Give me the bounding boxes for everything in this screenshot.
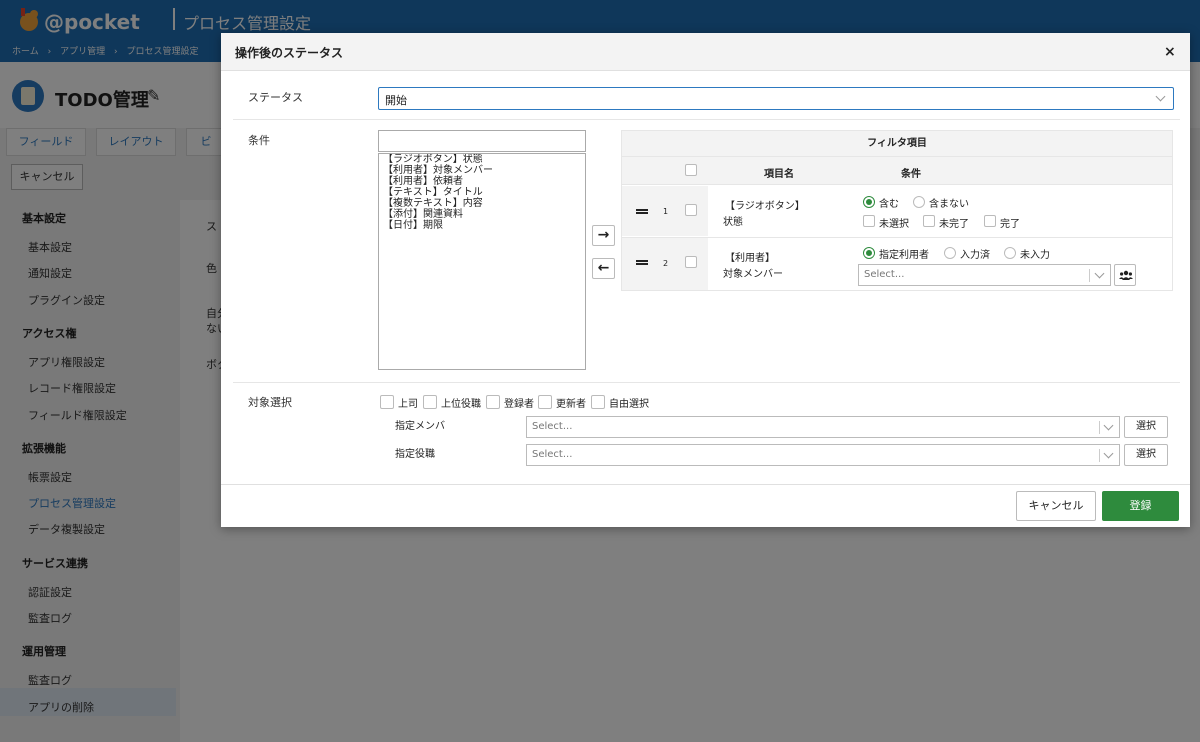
row-checkbox[interactable] xyxy=(685,256,697,268)
target-label-upper-role: 上位役職 xyxy=(441,399,481,410)
close-icon[interactable]: × xyxy=(1164,44,1176,60)
member-pick-button[interactable]: 選択 xyxy=(1124,416,1168,438)
radio-not-entered[interactable] xyxy=(1004,247,1016,259)
select-divider xyxy=(1099,449,1100,462)
role-select-placeholder: Select... xyxy=(532,449,573,460)
status-modal: 操作後のステータス × ステータス 開始 条件 【ラジオボタン】状態 【利用者】… xyxy=(221,33,1190,527)
status-label: ステータス xyxy=(248,91,303,104)
target-checkbox-registrant[interactable] xyxy=(486,395,500,409)
target-checkbox-free-select[interactable] xyxy=(591,395,605,409)
divider xyxy=(233,119,1180,120)
list-item[interactable]: 【テキスト】タイトル xyxy=(383,187,581,198)
divider xyxy=(233,382,1180,383)
check-complete[interactable] xyxy=(984,215,996,227)
filter-item-name: 【利用者】 xyxy=(725,253,775,264)
row-number: 1 xyxy=(663,207,669,216)
list-item[interactable]: 【利用者】対象メンバー xyxy=(383,165,581,176)
column-header-name: 項目名 xyxy=(764,169,794,180)
users-icon xyxy=(1119,270,1133,280)
target-label-free-select: 自由選択 xyxy=(609,399,649,410)
row-checkbox[interactable] xyxy=(685,204,697,216)
select-all-checkbox[interactable] xyxy=(685,164,697,176)
status-select-value: 開始 xyxy=(385,94,407,107)
filter-item-name-line2: 対象メンバー xyxy=(723,269,783,280)
role-select[interactable]: Select... xyxy=(526,444,1120,466)
radio-exclude-label: 含まない xyxy=(929,199,969,210)
member-select-placeholder: Select... xyxy=(532,421,573,432)
filter-item-name: 【ラジオボタン】 xyxy=(725,201,805,212)
member-select[interactable]: Select... xyxy=(526,416,1120,438)
filter-table-header: 項目名 条件 xyxy=(622,157,1172,185)
user-select[interactable]: Select... xyxy=(858,264,1111,286)
radio-not-entered-label: 未入力 xyxy=(1020,250,1050,261)
list-item[interactable]: 【日付】期限 xyxy=(383,220,581,231)
radio-include-label: 含む xyxy=(879,199,899,210)
condition-field-list[interactable]: 【ラジオボタン】状態 【利用者】対象メンバー 【利用者】依頼者 【テキスト】タイ… xyxy=(378,153,586,370)
radio-exclude[interactable] xyxy=(913,196,925,208)
save-button[interactable]: 登録 xyxy=(1102,491,1179,521)
cancel-button[interactable]: キャンセル xyxy=(1016,491,1096,521)
drag-handle-icon[interactable] xyxy=(636,260,648,265)
filter-table-title: フィルタ項目 xyxy=(622,131,1172,157)
member-label: 指定メンバ xyxy=(395,421,445,432)
check-unselected[interactable] xyxy=(863,215,875,227)
modal-title: 操作後のステータス xyxy=(235,46,344,60)
drag-handle-icon[interactable] xyxy=(636,209,648,214)
filter-item-name-line2: 状態 xyxy=(723,217,743,228)
list-item[interactable]: 【利用者】依頼者 xyxy=(383,176,581,187)
add-arrow-button[interactable]: → xyxy=(592,225,615,246)
target-label-registrant: 登録者 xyxy=(504,399,534,410)
chevron-down-icon xyxy=(1103,420,1114,431)
check-unselected-label: 未選択 xyxy=(879,219,909,230)
radio-specified-user-label: 指定利用者 xyxy=(879,250,929,261)
radio-entered[interactable] xyxy=(944,247,956,259)
check-incomplete[interactable] xyxy=(923,215,935,227)
target-checkbox-upper-role[interactable] xyxy=(423,395,437,409)
chevron-down-icon xyxy=(1094,268,1105,279)
list-item[interactable]: 【複数テキスト】内容 xyxy=(383,198,581,209)
status-select[interactable]: 開始 xyxy=(378,87,1174,110)
select-divider xyxy=(1089,269,1090,282)
modal-header: 操作後のステータス × xyxy=(221,33,1190,71)
row-number: 2 xyxy=(663,259,669,268)
check-incomplete-label: 未完了 xyxy=(939,219,969,230)
chevron-down-icon xyxy=(1103,448,1114,459)
target-label-boss: 上司 xyxy=(398,399,418,410)
radio-entered-label: 入力済 xyxy=(960,250,990,261)
target-label: 対象選択 xyxy=(248,396,292,409)
chevron-down-icon xyxy=(1155,91,1166,102)
list-item[interactable]: 【ラジオボタン】状態 xyxy=(383,154,581,165)
target-checkbox-updater[interactable] xyxy=(538,395,552,409)
remove-arrow-button[interactable]: ← xyxy=(592,258,615,279)
user-picker-button[interactable] xyxy=(1114,264,1136,286)
role-pick-button[interactable]: 選択 xyxy=(1124,444,1168,466)
filter-table: フィルタ項目 項目名 条件 1 【ラジオボタン】 状態 含む 含まない 未選択 … xyxy=(621,130,1173,291)
select-divider xyxy=(1099,421,1100,434)
modal-footer-divider xyxy=(221,484,1190,485)
list-item[interactable]: 【添付】関連資料 xyxy=(383,209,581,220)
radio-include[interactable] xyxy=(863,196,875,208)
radio-specified-user[interactable] xyxy=(863,247,875,259)
condition-label: 条件 xyxy=(248,134,270,147)
column-header-condition: 条件 xyxy=(901,169,921,180)
condition-search-input[interactable] xyxy=(378,130,586,152)
target-checkbox-boss[interactable] xyxy=(380,395,394,409)
check-complete-label: 完了 xyxy=(1000,219,1020,230)
target-label-updater: 更新者 xyxy=(556,399,586,410)
user-select-placeholder: Select... xyxy=(864,269,905,280)
role-label: 指定役職 xyxy=(395,449,435,460)
